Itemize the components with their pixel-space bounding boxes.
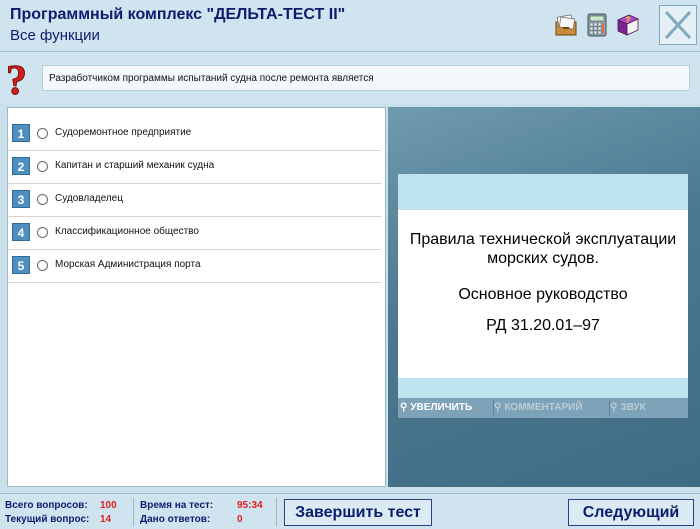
document-image: Правила технической эксплуатации морских… (398, 174, 688, 398)
answer-option-4[interactable]: 4 Классификационное общество (8, 217, 381, 250)
answer-radio[interactable] (37, 161, 48, 172)
test-time-value: 95:34 (237, 500, 263, 511)
answer-option-5[interactable]: 5 Морская Администрация порта (8, 250, 381, 283)
answer-option-1[interactable]: 1 Судоремонтное предприятие (8, 118, 381, 151)
total-questions-label: Всего вопросов: (5, 500, 88, 511)
answers-panel: 1 Судоремонтное предприятие 2 Капитан и … (7, 107, 386, 487)
answer-label: Классификационное общество (55, 226, 199, 237)
comments-button[interactable]: ⚲ КОММЕНТАРИЙ (494, 400, 608, 416)
answer-radio[interactable] (37, 260, 48, 271)
answer-label: Судовладелец (55, 193, 123, 204)
answer-option-3[interactable]: 3 Судовладелец (8, 184, 381, 217)
answer-number: 4 (12, 223, 30, 241)
help-book-icon[interactable]: ? (615, 12, 641, 38)
total-questions-value: 100 (100, 500, 117, 511)
status-bar: Всего вопросов: 100 Текущий вопрос: 14 В… (0, 493, 700, 529)
answer-label: Морская Администрация порта (55, 259, 201, 270)
current-question-value: 14 (100, 514, 112, 525)
document-title: Правила технической эксплуатации морских… (409, 231, 677, 267)
answer-number: 2 (12, 157, 30, 175)
magnifier-icon: ⚲ (494, 402, 502, 413)
document-code: РД 31.20.01–97 (486, 317, 600, 334)
app-title: Программный комплекс "ДЕЛЬТА-ТЕСТ II" (10, 6, 346, 23)
document-subtitle: Основное руководство (458, 286, 628, 303)
current-question-label: Текущий вопрос: (5, 514, 90, 525)
next-question-button[interactable]: Следующий (568, 499, 694, 526)
card-file-icon[interactable] (553, 12, 579, 38)
header: Программный комплекс "ДЕЛЬТА-ТЕСТ II" Вс… (0, 0, 700, 52)
image-toolbar: ⚲ УВЕЛИЧИТЬ ⚲ КОММЕНТАРИЙ ⚲ ЗВУК (398, 398, 688, 418)
zoom-label: УВЕЛИЧИТЬ (410, 402, 473, 413)
finish-test-button[interactable]: Завершить тест (284, 499, 432, 526)
answer-label: Капитан и старший механик судна (55, 160, 215, 171)
answer-number: 5 (12, 256, 30, 274)
close-icon (664, 10, 692, 40)
status-divider (276, 498, 277, 526)
question-mark-icon: ? (3, 56, 33, 105)
zoom-button[interactable]: ⚲ УВЕЛИЧИТЬ (400, 400, 492, 416)
answer-radio[interactable] (37, 194, 48, 205)
sound-label: ЗВУК (620, 402, 646, 413)
magnifier-icon: ⚲ (610, 402, 618, 413)
svg-text:?: ? (625, 15, 631, 25)
magnifier-icon: ⚲ (400, 402, 408, 413)
app-subtitle: Все функции (10, 27, 100, 44)
status-divider (133, 498, 134, 526)
answer-label: Судоремонтное предприятие (55, 127, 192, 138)
calculator-icon[interactable] (584, 12, 610, 38)
image-panel: Правила технической эксплуатации морских… (388, 107, 700, 487)
sound-button[interactable]: ⚲ ЗВУК (610, 400, 686, 416)
answer-option-2[interactable]: 2 Капитан и старший механик судна (8, 151, 381, 184)
test-time-label: Время на тест: (140, 500, 214, 511)
answer-radio[interactable] (37, 227, 48, 238)
comments-label: КОММЕНТАРИЙ (504, 402, 583, 413)
question-text: Разработчиком программы испытаний судна … (42, 65, 690, 91)
answer-number: 3 (12, 190, 30, 208)
answer-number: 1 (12, 124, 30, 142)
svg-text:?: ? (6, 58, 27, 100)
answered-label: Дано ответов: (140, 514, 211, 525)
question-area: ? Разработчиком программы испытаний судн… (0, 53, 700, 105)
document-page: Правила технической эксплуатации морских… (398, 210, 688, 378)
answered-value: 0 (237, 514, 243, 525)
close-button[interactable] (659, 5, 697, 45)
answer-radio[interactable] (37, 128, 48, 139)
